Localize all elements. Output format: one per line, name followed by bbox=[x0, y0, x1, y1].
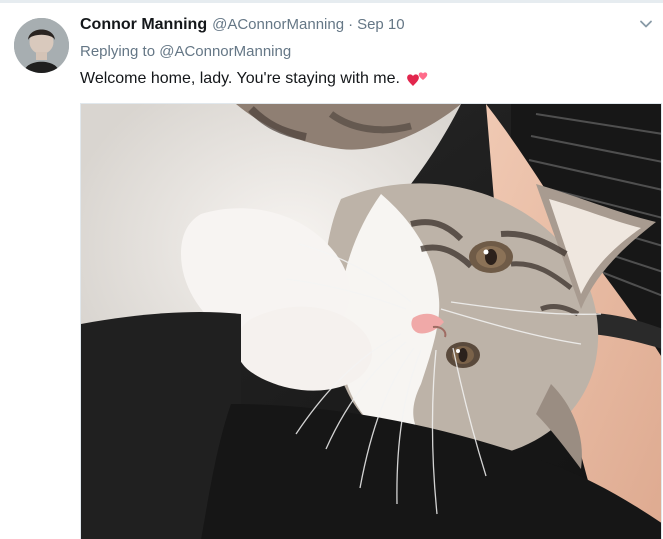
top-divider bbox=[0, 0, 663, 3]
avatar[interactable] bbox=[14, 18, 69, 73]
tweet-header: Connor Manning @AConnorManning · Sep 10 bbox=[80, 14, 663, 36]
replying-label: Replying to bbox=[80, 43, 156, 60]
author-handle[interactable]: @AConnorManning bbox=[212, 14, 344, 36]
cat-photo bbox=[81, 104, 661, 539]
header-separator: · bbox=[348, 16, 354, 33]
chevron-down-icon[interactable] bbox=[639, 17, 653, 31]
tweet-timestamp[interactable]: Sep 10 bbox=[357, 14, 405, 36]
replying-to-line: Replying to @AConnorManning bbox=[80, 41, 663, 63]
tweet-content: Connor Manning @AConnorManning · Sep 10 … bbox=[80, 14, 663, 91]
author-name[interactable]: Connor Manning bbox=[80, 14, 207, 36]
tweet-text: Welcome home, lady. You're staying with … bbox=[80, 67, 663, 91]
tweet[interactable]: Connor Manning @AConnorManning · Sep 10 … bbox=[0, 0, 663, 539]
two-hearts-icon bbox=[406, 69, 432, 89]
avatar-image bbox=[14, 18, 69, 73]
replying-to-link[interactable]: @AConnorManning bbox=[159, 43, 291, 60]
tweet-photo[interactable] bbox=[80, 103, 662, 539]
tweet-body: Welcome home, lady. You're staying with … bbox=[80, 70, 400, 87]
